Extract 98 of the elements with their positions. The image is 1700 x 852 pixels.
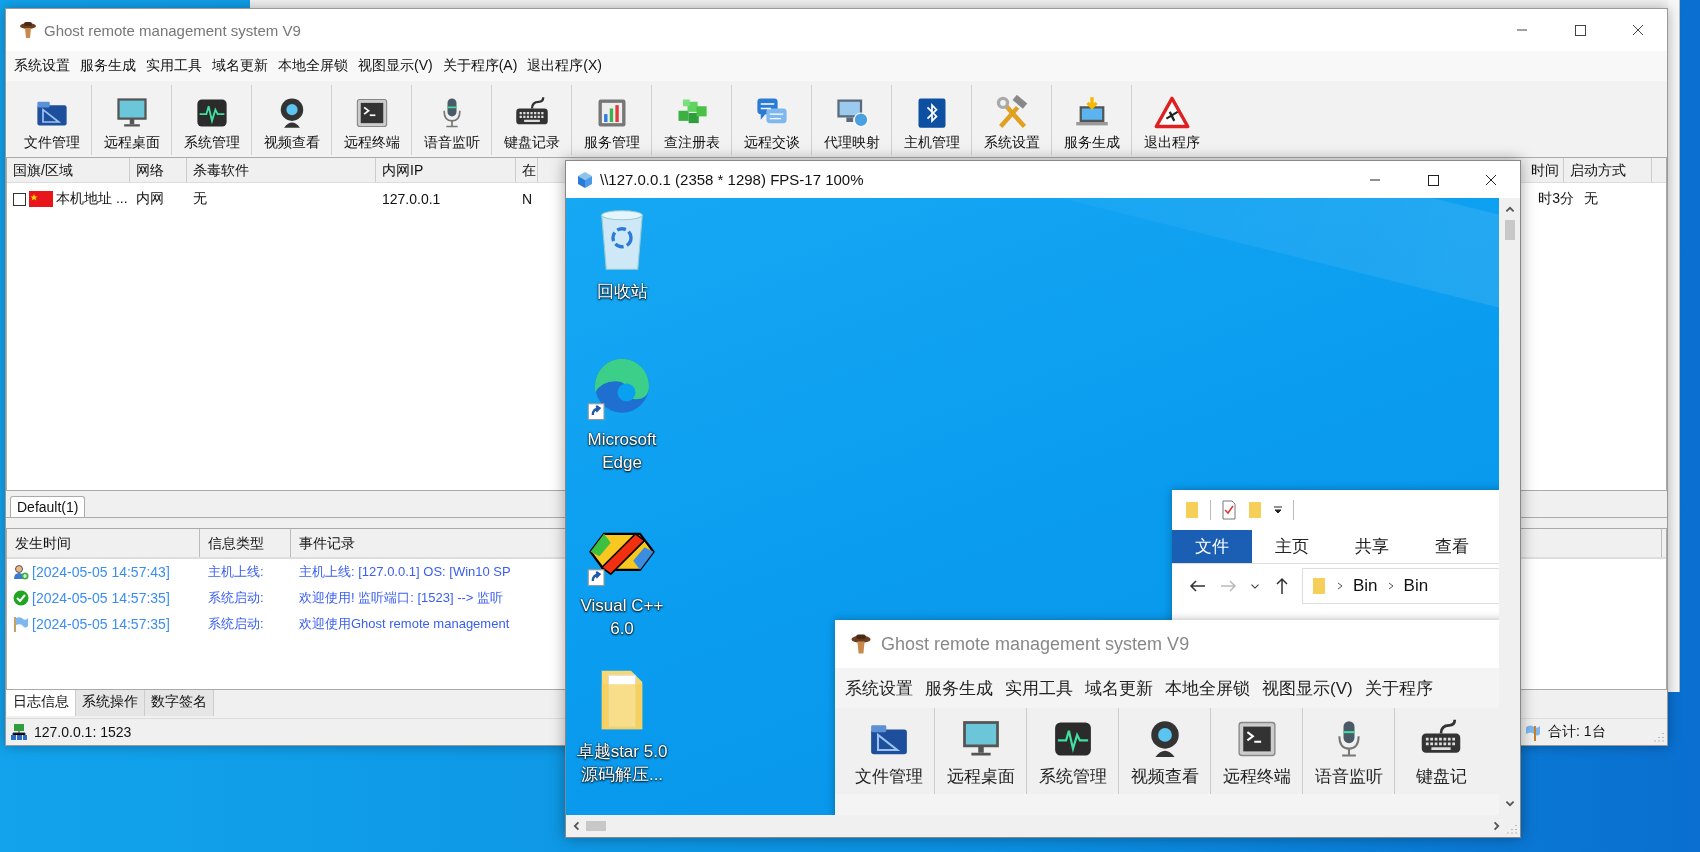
menu-item[interactable]: 实用工具 bbox=[1005, 676, 1073, 700]
ribbon-tab[interactable]: 文件 bbox=[1172, 530, 1252, 563]
menu-item[interactable]: 视图显示(V) bbox=[1262, 676, 1353, 700]
ribbon-tab[interactable]: 主页 bbox=[1252, 530, 1332, 563]
column-header[interactable]: 信息类型 bbox=[200, 529, 291, 557]
menu-item[interactable]: 域名更新 bbox=[1085, 676, 1153, 700]
log-time: [2024-05-05 14:57:43] bbox=[32, 564, 170, 580]
toolbar-button[interactable]: 文件管理 bbox=[12, 85, 92, 155]
window-title: Ghost remote management system V9 bbox=[881, 633, 1190, 655]
checklist-icon[interactable] bbox=[1221, 500, 1237, 520]
flag-icon bbox=[29, 191, 53, 207]
menu-item[interactable]: 本地全屏锁 bbox=[278, 57, 348, 75]
log-event: 欢迎使用! 监听端口: [1523] --> 监听 bbox=[298, 589, 505, 607]
breadcrumb[interactable]: Bin bbox=[1403, 576, 1429, 596]
panel-tab[interactable]: 数字签名 bbox=[145, 690, 214, 716]
column-header[interactable]: 网络 bbox=[130, 158, 187, 182]
cube-icon bbox=[576, 170, 594, 189]
flag-icon bbox=[13, 616, 29, 632]
table-cell-text: 时3分 bbox=[1537, 190, 1575, 208]
status-text: 127.0.0.1: 1523 bbox=[34, 724, 132, 740]
toolbar-button[interactable]: 主机管理 bbox=[892, 85, 972, 155]
group-tab[interactable]: Default(1) bbox=[10, 496, 86, 517]
column-header[interactable]: 国旗/区域 bbox=[7, 158, 130, 182]
scrollbar-thumb[interactable] bbox=[586, 821, 606, 831]
resize-grip-icon[interactable] bbox=[1654, 732, 1664, 742]
toolbar-button[interactable]: 退出程序 bbox=[1132, 85, 1212, 155]
column-header[interactable]: 杀毒软件 bbox=[187, 158, 376, 182]
log-type: 系统启动: bbox=[207, 615, 265, 633]
table-cell-text: 无 bbox=[192, 190, 208, 208]
menu-item[interactable]: 服务生成 bbox=[80, 57, 136, 75]
toolbar-button[interactable]: 远程终端 bbox=[1211, 708, 1303, 794]
toolbar-button[interactable]: 系统设置 bbox=[972, 85, 1052, 155]
table-cell-text: 内网 bbox=[135, 190, 165, 208]
toolbar-button[interactable]: 语音监听 bbox=[1303, 708, 1395, 794]
check-circle-icon bbox=[13, 590, 29, 606]
menu-item[interactable]: 本地全屏锁 bbox=[1165, 676, 1250, 700]
network-icon bbox=[10, 723, 28, 741]
menu-item[interactable]: 系统设置 bbox=[14, 57, 70, 75]
toolbar-button[interactable]: 系统管理 bbox=[172, 85, 252, 155]
horizontal-scrollbar[interactable] bbox=[566, 815, 1520, 837]
toolbar-button[interactable]: 文件管理 bbox=[843, 708, 935, 794]
toolbar-button[interactable]: 远程桌面 bbox=[935, 708, 1027, 794]
menu-item[interactable]: 关于程序(A) bbox=[442, 57, 518, 75]
toolbar-button[interactable]: 语音监听 bbox=[412, 85, 492, 155]
table-cell-text: 无 bbox=[1583, 190, 1599, 208]
log-time: [2024-05-05 14:57:35] bbox=[32, 616, 170, 632]
panel-tab[interactable]: 日志信息 bbox=[7, 690, 76, 716]
table-cell-text: 127.0.0.1 bbox=[381, 191, 442, 207]
menu-item[interactable]: 域名更新 bbox=[212, 57, 268, 75]
toolbar-button[interactable]: 远程交谈 bbox=[732, 85, 812, 155]
ribbon-tab[interactable]: 查看 bbox=[1412, 530, 1492, 563]
window-title: \\127.0.0.1 (2358 * 1298) FPS-17 100% bbox=[600, 171, 864, 188]
column-header[interactable]: 启动方式 bbox=[1564, 158, 1652, 182]
flag-icon bbox=[1524, 723, 1542, 741]
table-cell-text: N bbox=[521, 191, 534, 207]
vertical-scrollbar[interactable] bbox=[1499, 198, 1520, 815]
toolbar-button[interactable]: 查注册表 bbox=[652, 85, 732, 155]
menu-item[interactable]: 退出程序(X) bbox=[527, 57, 602, 75]
log-event: 主机上线: [127.0.0.1] OS: [Win10 SP bbox=[298, 563, 512, 581]
log-type: 主机上线: bbox=[207, 563, 265, 581]
toolbar-button[interactable]: 键盘记录 bbox=[492, 85, 572, 155]
menu-item[interactable]: 视图显示(V) bbox=[358, 57, 433, 75]
menu-item[interactable]: 实用工具 bbox=[146, 57, 202, 75]
ribbon-tab[interactable]: 共享 bbox=[1332, 530, 1412, 563]
log-type: 系统启动: bbox=[207, 589, 265, 607]
resize-grip-icon[interactable] bbox=[1507, 824, 1517, 834]
breadcrumb[interactable]: Bin bbox=[1353, 576, 1378, 596]
log-time: [2024-05-05 14:57:35] bbox=[32, 590, 170, 606]
toolbar-button[interactable]: 远程终端 bbox=[332, 85, 412, 155]
column-header[interactable]: 在 bbox=[516, 158, 538, 182]
toolbar-button[interactable]: 服务生成 bbox=[1052, 85, 1132, 155]
column-header[interactable]: 内网IP bbox=[376, 158, 516, 182]
toolbar-button[interactable]: 键盘记 bbox=[1395, 708, 1487, 794]
toolbar-button[interactable]: 服务管理 bbox=[572, 85, 652, 155]
panel-tab[interactable]: 系统操作 bbox=[76, 690, 145, 716]
menu-item[interactable]: 服务生成 bbox=[925, 676, 993, 700]
warning-icon bbox=[1154, 95, 1190, 131]
status-text: 合计: 1台 bbox=[1548, 723, 1606, 741]
toolbar-button[interactable]: 视频查看 bbox=[252, 85, 332, 155]
folder-icon bbox=[1311, 576, 1327, 596]
chevron-right-icon bbox=[1335, 581, 1345, 591]
toolbar-button[interactable]: 代理映射 bbox=[812, 85, 892, 155]
menu-item[interactable]: 系统设置 bbox=[845, 676, 913, 700]
hat-icon bbox=[18, 20, 38, 40]
hat-icon bbox=[849, 632, 873, 656]
user-add-icon bbox=[13, 564, 29, 580]
toolbar-button[interactable]: 远程桌面 bbox=[92, 85, 172, 155]
checkbox[interactable] bbox=[13, 192, 26, 206]
dropdown-icon[interactable] bbox=[1273, 505, 1283, 515]
window-title: Ghost remote management system V9 bbox=[44, 21, 301, 39]
toolbar-button[interactable]: 系统管理 bbox=[1027, 708, 1119, 794]
menu-item[interactable]: 关于程序 bbox=[1364, 676, 1433, 700]
table-cell: 本机地址 ... bbox=[56, 190, 128, 208]
scrollbar-thumb[interactable] bbox=[1504, 220, 1515, 240]
address-bar[interactable]: Bin Bin bbox=[1302, 568, 1499, 604]
toolbar-button[interactable]: 视频查看 bbox=[1119, 708, 1211, 794]
column-header[interactable]: 发生时间 bbox=[7, 529, 200, 557]
log-event: 欢迎使用Ghost remote management bbox=[298, 615, 511, 633]
